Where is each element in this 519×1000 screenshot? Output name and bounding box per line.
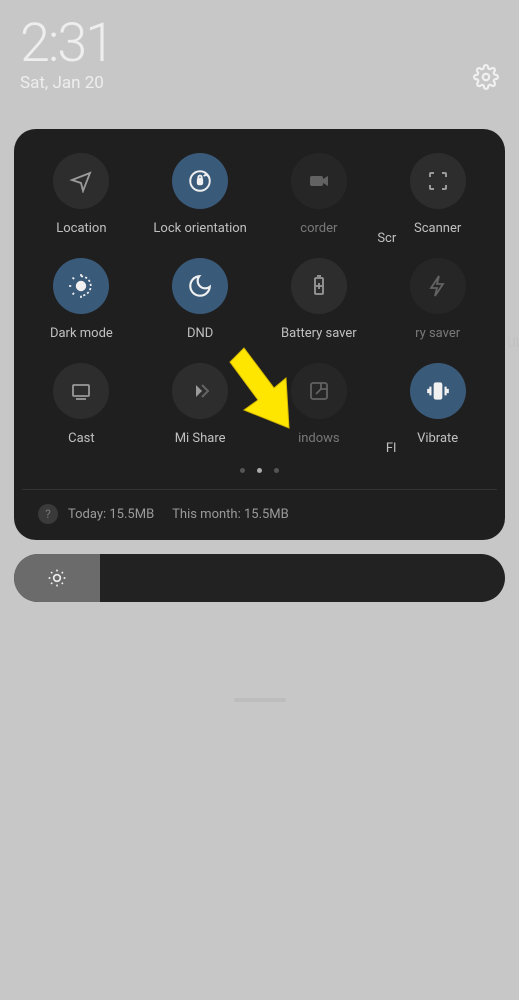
- tiles-grid: Location Lock orientation corder Scr Sca…: [22, 153, 497, 446]
- location-icon: [53, 153, 109, 209]
- dark-mode-icon: [53, 258, 109, 314]
- tile-dark-mode[interactable]: Dark mode: [22, 258, 141, 341]
- tile-mi-share[interactable]: Mi Share: [141, 363, 260, 446]
- tile-super-battery-saver[interactable]: ry saver Ul: [378, 258, 497, 341]
- tile-dnd[interactable]: DND: [141, 258, 260, 341]
- sun-icon: [47, 568, 67, 588]
- tile-label: Cast: [68, 431, 95, 446]
- drag-handle[interactable]: [234, 698, 286, 702]
- scanner-icon: [410, 153, 466, 209]
- cast-icon: [53, 363, 109, 419]
- tile-label: Scanner: [414, 221, 461, 236]
- brightness-level: [14, 554, 100, 602]
- tile-cast[interactable]: Cast: [22, 363, 141, 446]
- vibrate-icon: [410, 363, 466, 419]
- tile-recorder[interactable]: corder Scr: [260, 153, 379, 236]
- tile-label: Vibrate: [417, 431, 458, 446]
- page-dot[interactable]: [257, 468, 262, 473]
- tile-label: Lock orientation: [153, 221, 246, 236]
- page-indicator: [22, 468, 497, 473]
- windows-icon: [291, 363, 347, 419]
- tile-label: ry saver: [415, 326, 460, 341]
- tile-label: Location: [56, 221, 106, 236]
- partial-label: Ul: [507, 336, 519, 351]
- tile-label: Mi Share: [175, 431, 226, 446]
- tile-label: Battery saver: [281, 326, 357, 341]
- dnd-icon: [172, 258, 228, 314]
- tile-label: corder: [300, 221, 337, 236]
- data-usage-today: Today: 15.5MB: [68, 507, 154, 522]
- lock-orientation-icon: [172, 153, 228, 209]
- clock-time: 2:31: [20, 12, 499, 75]
- notification-header: 2:31 Sat, Jan 20: [0, 0, 519, 93]
- page-dot[interactable]: [240, 468, 245, 473]
- data-usage-month: This month: 15.5MB: [172, 507, 289, 522]
- tile-location[interactable]: Location: [22, 153, 141, 236]
- settings-button[interactable]: [473, 64, 499, 90]
- tile-battery-saver[interactable]: Battery saver: [260, 258, 379, 341]
- battery-saver-icon: [291, 258, 347, 314]
- tile-vibrate[interactable]: Vibrate: [378, 363, 497, 446]
- clock-date: Sat, Jan 20: [20, 73, 499, 93]
- mi-share-icon: [172, 363, 228, 419]
- recorder-icon: [291, 153, 347, 209]
- tile-label: indows: [298, 431, 340, 446]
- bolt-icon: [410, 258, 466, 314]
- tile-scanner[interactable]: Scanner: [378, 153, 497, 236]
- tile-label: DND: [187, 326, 213, 341]
- tile-lock-orientation[interactable]: Lock orientation: [141, 153, 260, 236]
- tile-floating-windows[interactable]: indows Fl: [260, 363, 379, 446]
- data-usage-row[interactable]: ? Today: 15.5MB This month: 15.5MB: [22, 489, 497, 524]
- tile-label: Dark mode: [50, 326, 113, 341]
- quick-settings-panel: Location Lock orientation corder Scr Sca…: [14, 129, 505, 540]
- brightness-slider[interactable]: [14, 554, 505, 602]
- page-dot[interactable]: [274, 468, 279, 473]
- help-icon: ?: [38, 504, 58, 524]
